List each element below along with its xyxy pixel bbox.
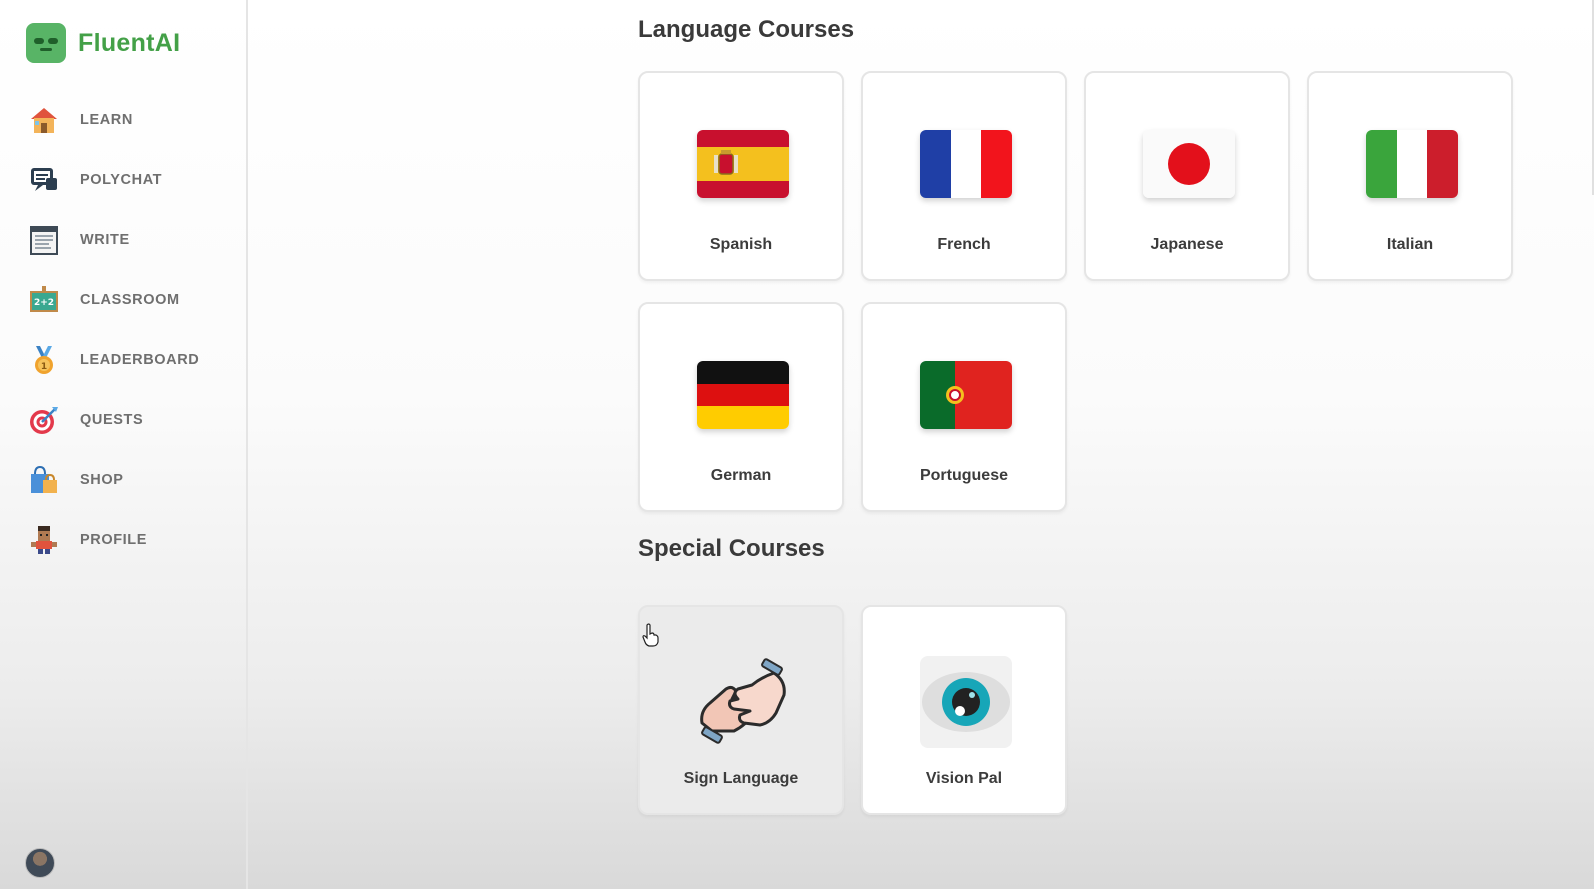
sidebar-item-label: CLASSROOM bbox=[80, 292, 180, 308]
sidebar-item-learn[interactable]: LEARN bbox=[0, 90, 246, 150]
course-card-japanese[interactable]: Japanese bbox=[1084, 71, 1290, 281]
course-card-italian[interactable]: Italian bbox=[1307, 71, 1513, 281]
sidebar-item-label: POLYCHAT bbox=[80, 172, 163, 188]
character-icon bbox=[28, 524, 60, 556]
course-label: Spanish bbox=[709, 236, 773, 253]
course-label: German bbox=[710, 467, 772, 484]
chalkboard-icon: 2+2 bbox=[28, 284, 60, 316]
course-label: Italian bbox=[1386, 236, 1434, 253]
medal-icon: 1 bbox=[28, 344, 60, 376]
course-card-vision-pal[interactable]: Vision Pal bbox=[861, 605, 1067, 815]
language-courses-title: Language Courses bbox=[638, 16, 855, 43]
sidebar-item-label: SHOP bbox=[80, 472, 124, 488]
germany-flag-icon bbox=[697, 361, 789, 429]
target-icon bbox=[28, 404, 60, 436]
sidebar-nav: LEARN POLYCHAT WRITE 2+2 CLASSROOM 1 LEA… bbox=[0, 90, 246, 570]
hand-pointer-icon bbox=[642, 623, 659, 647]
svg-text:2+2: 2+2 bbox=[34, 298, 54, 308]
sidebar-item-label: PROFILE bbox=[80, 532, 148, 548]
sidebar-item-shop[interactable]: SHOP bbox=[0, 450, 246, 510]
sidebar-item-leaderboard[interactable]: 1 LEADERBOARD bbox=[0, 330, 246, 390]
sidebar-item-label: WRITE bbox=[80, 232, 130, 248]
chat-icon bbox=[28, 164, 60, 196]
sidebar-item-label: LEARN bbox=[80, 112, 133, 128]
fluentai-logo-icon bbox=[26, 23, 66, 63]
sidebar-item-write[interactable]: WRITE bbox=[0, 210, 246, 270]
japan-flag-icon bbox=[1143, 130, 1235, 198]
sidebar-item-quests[interactable]: QUESTS bbox=[0, 390, 246, 450]
portugal-flag-icon bbox=[920, 361, 1012, 429]
sign-language-hands-icon bbox=[692, 651, 794, 753]
svg-text:1: 1 bbox=[41, 362, 47, 372]
course-label: French bbox=[937, 236, 991, 253]
italy-flag-icon bbox=[1366, 130, 1458, 198]
course-label: Portuguese bbox=[919, 467, 1008, 484]
course-card-spanish[interactable]: Spanish bbox=[638, 71, 844, 281]
sidebar-item-label: QUESTS bbox=[80, 412, 144, 428]
brand[interactable]: FluentAI bbox=[26, 23, 180, 63]
sidebar-item-profile[interactable]: PROFILE bbox=[0, 510, 246, 570]
course-card-portuguese[interactable]: Portuguese bbox=[861, 302, 1067, 512]
france-flag-icon bbox=[920, 130, 1012, 198]
course-label: Vision Pal bbox=[925, 770, 1003, 787]
course-card-sign-language[interactable]: Sign Language bbox=[638, 605, 844, 815]
home-icon bbox=[28, 104, 60, 136]
course-label: Sign Language bbox=[683, 770, 799, 787]
notebook-icon bbox=[28, 224, 60, 256]
sidebar: FluentAI LEARN POLYCHAT WRITE 2+2 CLASSR… bbox=[0, 0, 248, 889]
shopping-bag-icon bbox=[28, 464, 60, 496]
course-card-french[interactable]: French bbox=[861, 71, 1067, 281]
sidebar-item-polychat[interactable]: POLYCHAT bbox=[0, 150, 246, 210]
course-label: Japanese bbox=[1150, 236, 1224, 253]
sidebar-item-classroom[interactable]: 2+2 CLASSROOM bbox=[0, 270, 246, 330]
user-avatar[interactable] bbox=[25, 848, 55, 878]
special-courses-title: Special Courses bbox=[638, 535, 825, 562]
eye-icon bbox=[915, 651, 1017, 753]
brand-name: FluentAI bbox=[78, 28, 181, 57]
sidebar-item-label: LEADERBOARD bbox=[80, 352, 200, 368]
course-card-german[interactable]: German bbox=[638, 302, 844, 512]
spain-flag-icon bbox=[697, 130, 789, 198]
